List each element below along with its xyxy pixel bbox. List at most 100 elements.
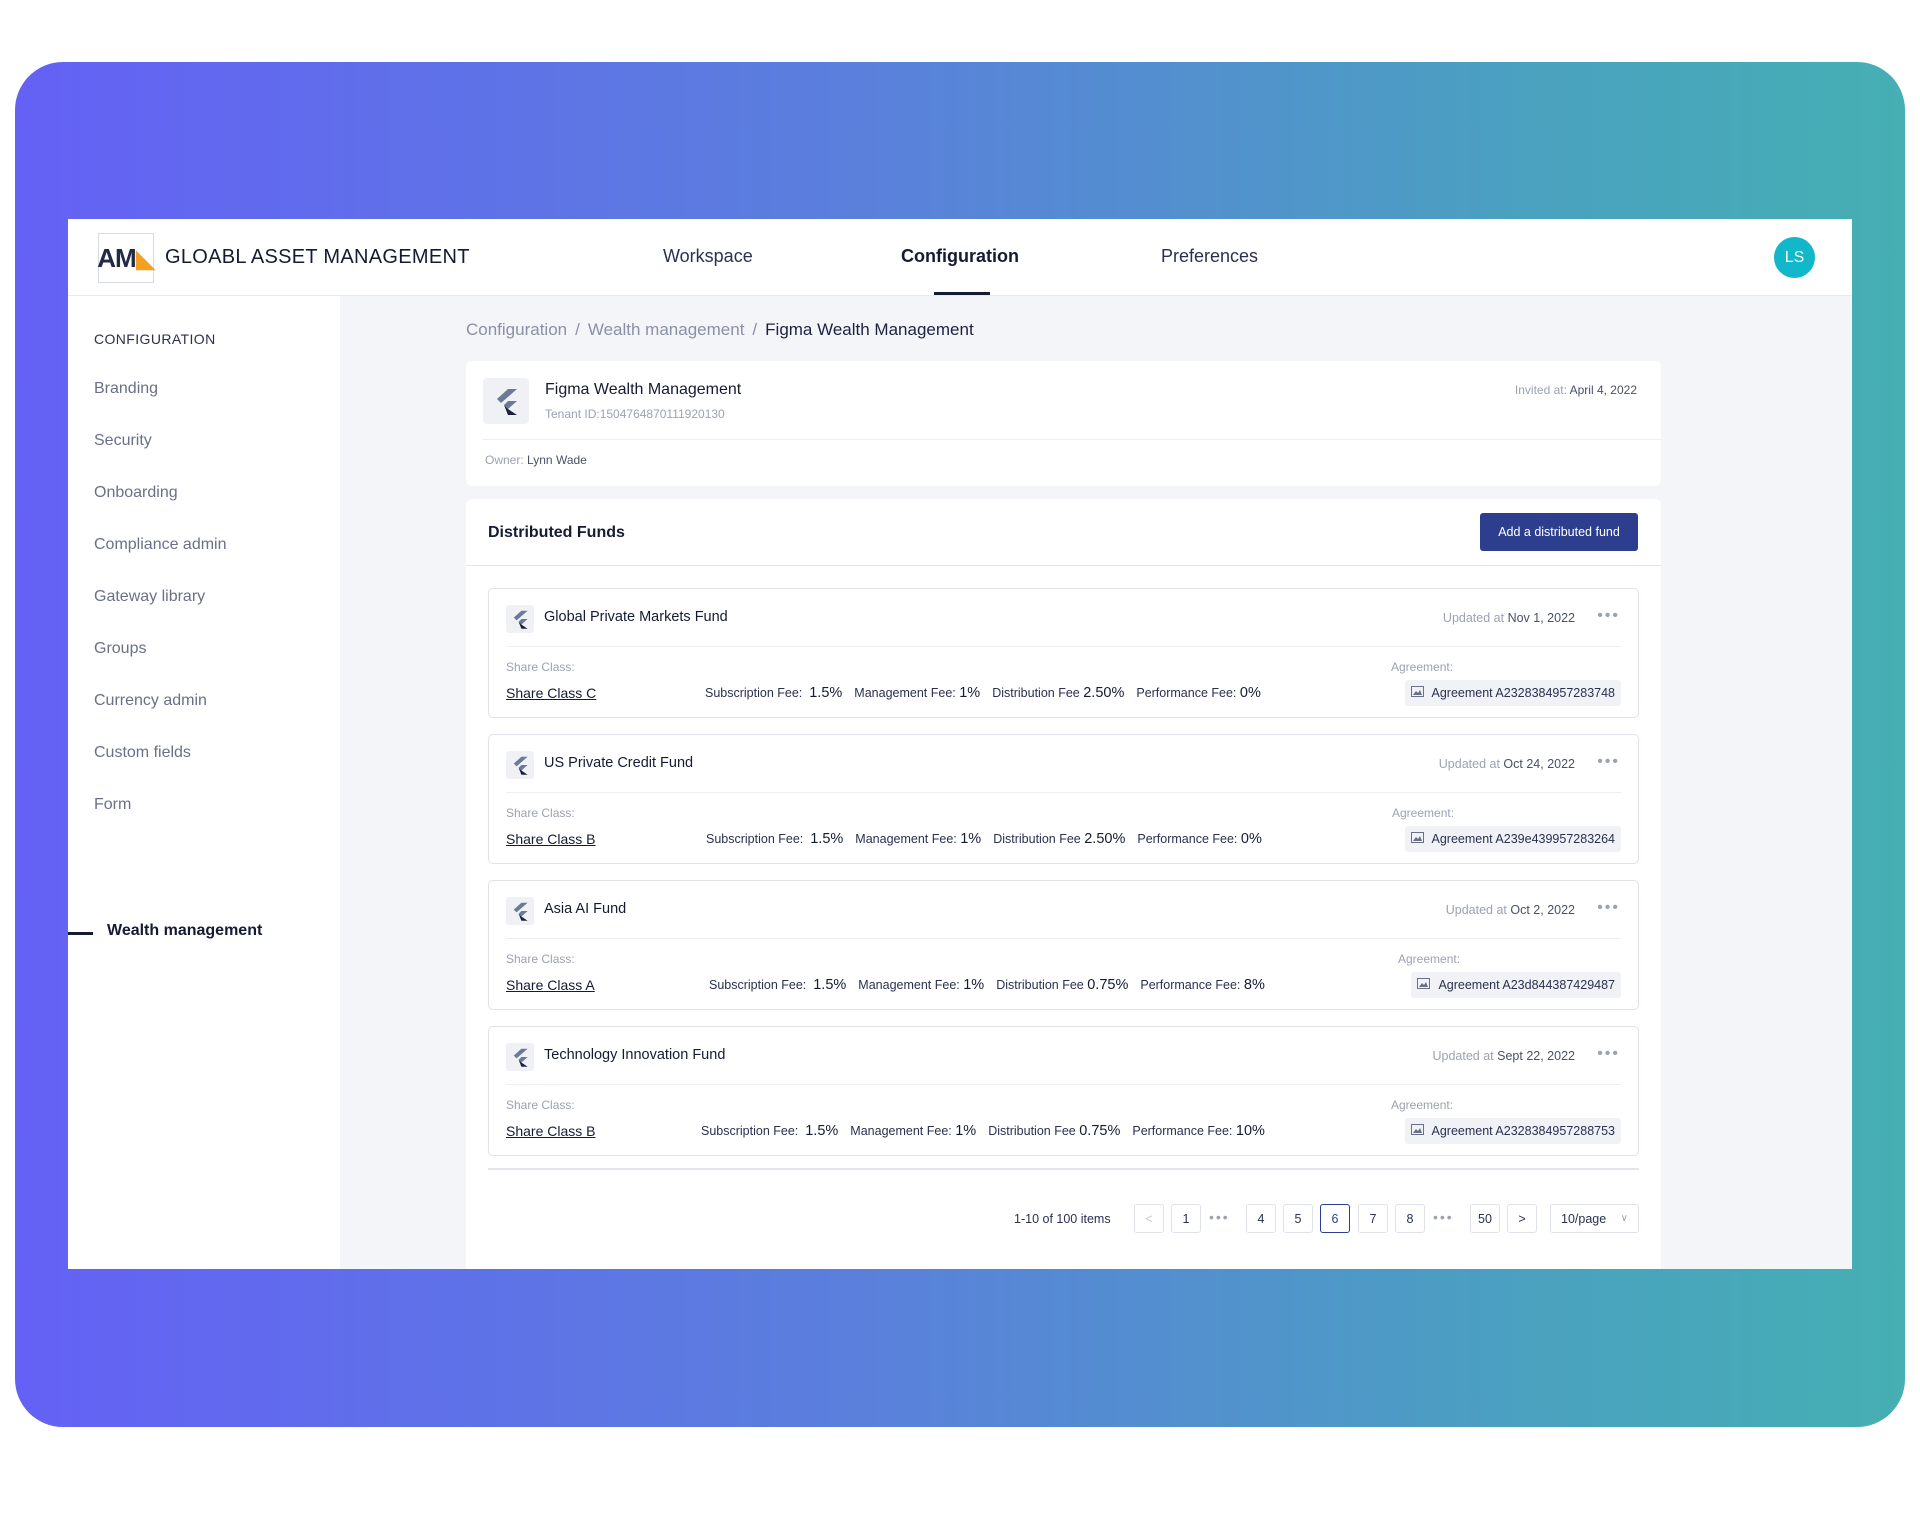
fund-card[interactable]: Global Private Markets Fund Updated at No… — [488, 588, 1639, 718]
fee-value: 1% — [960, 831, 982, 847]
invited-date: April 4, 2022 — [1569, 383, 1637, 397]
page-button[interactable]: 50 — [1470, 1204, 1500, 1233]
sidebar-item-onboarding[interactable]: Onboarding — [94, 484, 178, 502]
agreement-chip[interactable]: Agreement A2328384957288753 — [1404, 1118, 1621, 1144]
agreement-label: Agreement: — [1391, 1098, 1454, 1112]
fund-card[interactable]: Technology Innovation Fund Updated at Sep… — [488, 1026, 1639, 1156]
share-class-link[interactable]: Share Class B — [506, 831, 595, 847]
fee-item: Subscription Fee: 1.5% — [706, 831, 843, 847]
fund-updated: Updated at Nov 1, 2022 — [1443, 611, 1575, 625]
more-options-icon[interactable]: ••• — [1597, 753, 1620, 771]
active-item-marker — [68, 932, 93, 935]
sidebar-item-form[interactable]: Form — [94, 796, 131, 814]
fund-logo-icon — [506, 751, 534, 779]
image-file-icon — [1410, 1124, 1424, 1138]
fee-label: Management Fee: — [850, 1124, 952, 1138]
agreement-chip[interactable]: Agreement A239e439957283264 — [1404, 826, 1621, 852]
agreement-label: Agreement: — [1391, 660, 1454, 674]
next-page-button[interactable]: > — [1507, 1204, 1537, 1233]
sidebar-item-security[interactable]: Security — [94, 432, 152, 450]
fee-label: Performance Fee: — [1137, 832, 1238, 846]
app-window: AM ◣ GLOABL ASSET MANAGEMENT Workspace Co… — [68, 219, 1852, 1269]
sidebar-item-wealth-management[interactable]: Wealth management — [107, 922, 262, 940]
fund-name[interactable]: Asia AI Fund — [544, 901, 626, 917]
fee-label: Management Fee: — [858, 978, 960, 992]
page-button[interactable]: 7 — [1358, 1204, 1388, 1233]
breadcrumb-separator: / — [752, 320, 758, 339]
tenant-name: Figma Wealth Management — [545, 381, 742, 398]
agreement-chip[interactable]: Agreement A23d844387429487 — [1411, 972, 1621, 998]
fee-label: Distribution Fee — [992, 686, 1080, 700]
fund-name[interactable]: US Private Credit Fund — [544, 755, 693, 771]
sidebar-item-groups[interactable]: Groups — [94, 640, 146, 658]
sidebar-item-compliance-admin[interactable]: Compliance admin — [94, 536, 227, 554]
share-class-link[interactable]: Share Class A — [506, 977, 595, 993]
page-button-current[interactable]: 6 — [1320, 1204, 1350, 1233]
page-button[interactable]: 4 — [1246, 1204, 1276, 1233]
fee-label: Subscription Fee: — [706, 832, 804, 846]
more-options-icon[interactable]: ••• — [1597, 1045, 1620, 1063]
more-options-icon[interactable]: ••• — [1597, 607, 1620, 625]
agreement-id: Agreement A2328384957288753 — [1431, 1124, 1616, 1138]
ellipsis-icon[interactable]: ••• — [1433, 1209, 1454, 1225]
fee-label: Distribution Fee — [993, 832, 1081, 846]
share-class-label: Share Class: — [506, 806, 575, 820]
fee-item: Performance Fee: 0% — [1137, 831, 1262, 847]
fee-item: Subscription Fee: 1.5% — [709, 977, 846, 993]
fee-item: Distribution Fee 2.50% — [993, 831, 1125, 847]
fund-card[interactable]: US Private Credit Fund Updated at Oct 24,… — [488, 734, 1639, 864]
fund-name[interactable]: Global Private Markets Fund — [544, 609, 728, 625]
share-class-link[interactable]: Share Class C — [506, 685, 596, 701]
fee-label: Distribution Fee — [988, 1124, 1076, 1138]
page-button[interactable]: 8 — [1395, 1204, 1425, 1233]
agreement-label: Agreement: — [1398, 952, 1461, 966]
fee-item: Management Fee: 1% — [858, 977, 984, 993]
more-options-icon[interactable]: ••• — [1597, 899, 1620, 917]
fee-value: 1.5% — [809, 685, 843, 701]
sidebar-item-currency-admin[interactable]: Currency admin — [94, 692, 207, 710]
fund-card[interactable]: Asia AI Fund Updated at Oct 2, 2022 ••• Sha… — [488, 880, 1639, 1010]
active-tab-indicator — [934, 292, 990, 295]
flutter-logo-icon — [483, 378, 529, 424]
breadcrumb-configuration[interactable]: Configuration — [466, 320, 567, 340]
sidebar-item-gateway-library[interactable]: Gateway library — [94, 588, 205, 606]
fund-name[interactable]: Technology Innovation Fund — [544, 1047, 725, 1063]
fee-row: Subscription Fee: 1.5% Management Fee: 1%… — [709, 977, 1265, 993]
fee-value: 1% — [963, 977, 985, 993]
fee-value: 2.50% — [1083, 685, 1125, 701]
fee-value: 0.75% — [1087, 977, 1129, 993]
page-button[interactable]: 5 — [1283, 1204, 1313, 1233]
divider — [506, 792, 1621, 793]
fee-item: Subscription Fee: 1.5% — [705, 685, 842, 701]
fee-item: Management Fee: 1% — [854, 685, 980, 701]
fund-updated: Updated at Sept 22, 2022 — [1432, 1049, 1575, 1063]
tab-preferences[interactable]: Preferences — [1161, 246, 1258, 267]
fee-value: 1% — [959, 685, 981, 701]
agreement-id: Agreement A2328384957283748 — [1431, 686, 1616, 700]
breadcrumb-wealth-management[interactable]: Wealth management — [588, 320, 745, 340]
sidebar-item-branding[interactable]: Branding — [94, 380, 158, 398]
tab-configuration[interactable]: Configuration — [901, 246, 1019, 267]
tab-workspace[interactable]: Workspace — [663, 246, 753, 267]
invited-label: Invited at: — [1514, 383, 1567, 397]
share-class-link[interactable]: Share Class B — [506, 1123, 595, 1139]
invited-at: Invited at: April 4, 2022 — [1515, 383, 1637, 397]
page-size-select[interactable]: 10/page ∨ — [1550, 1204, 1639, 1233]
pagination: 1-10 of 100 items < 1 ••• 4 5 6 7 8 ••• … — [466, 1204, 1661, 1234]
divider — [506, 1084, 1621, 1085]
fee-item: Management Fee: 1% — [855, 831, 981, 847]
agreement-chip[interactable]: Agreement A2328384957283748 — [1404, 680, 1621, 706]
page-size-value: 10/page — [1561, 1211, 1607, 1226]
fee-item: Performance Fee: 10% — [1132, 1123, 1265, 1139]
owner: Owner: Lynn Wade — [485, 453, 587, 467]
prev-page-button[interactable]: < — [1134, 1204, 1164, 1233]
agreement-id: Agreement A239e439957283264 — [1431, 832, 1616, 846]
share-class-label: Share Class: — [506, 660, 575, 674]
avatar[interactable]: LS — [1774, 237, 1815, 278]
page-button[interactable]: 1 — [1171, 1204, 1201, 1233]
pagination-total: 1-10 of 100 items — [1014, 1212, 1111, 1226]
fee-item: Performance Fee: 8% — [1140, 977, 1265, 993]
add-distributed-fund-button[interactable]: Add a distributed fund — [1480, 513, 1638, 551]
ellipsis-icon[interactable]: ••• — [1209, 1209, 1230, 1225]
sidebar-item-custom-fields[interactable]: Custom fields — [94, 744, 191, 762]
